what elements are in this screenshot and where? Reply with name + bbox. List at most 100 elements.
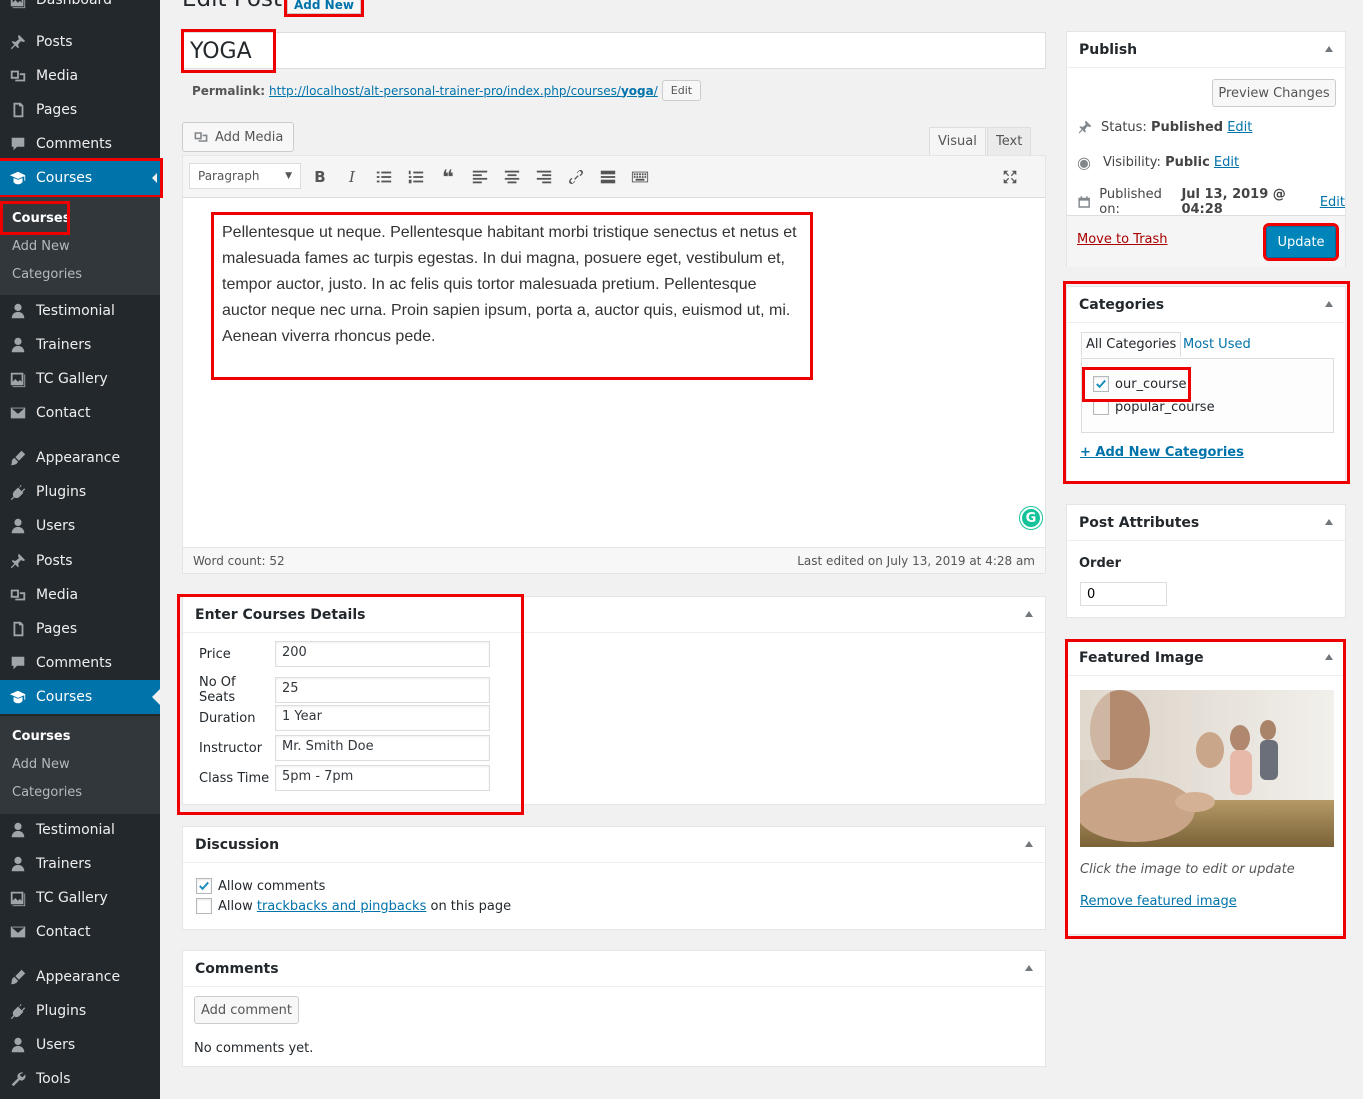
submenu-item-add-new[interactable]: Add New	[0, 232, 160, 260]
add-new-button[interactable]: Add New	[284, 0, 364, 17]
menu-item-dashboard[interactable]: Dashboard	[0, 0, 160, 17]
trackbacks-checkbox[interactable]	[196, 898, 212, 914]
sidebar-item-appearance[interactable]: Appearance	[0, 441, 160, 475]
sidebar-item-pages[interactable]: Pages	[0, 612, 160, 646]
gallery-icon	[8, 888, 28, 908]
align-center-icon[interactable]	[501, 166, 523, 188]
toggle-arrow-icon[interactable]	[1025, 611, 1033, 617]
field-label: No Of Seats	[199, 675, 236, 705]
category-checkbox[interactable]	[1093, 399, 1109, 415]
date-edit-link[interactable]: Edit	[1320, 195, 1345, 210]
add-comment-button[interactable]: Add comment	[194, 996, 299, 1024]
allow-comments-row: Allow comments	[196, 878, 325, 894]
sidebar-item-comments[interactable]: Comments	[0, 646, 160, 680]
sidebar-item-posts[interactable]: Posts	[0, 544, 160, 578]
categories-list: our_course popular_course	[1081, 358, 1334, 433]
tab-most-used[interactable]: Most Used	[1183, 337, 1251, 352]
field-input[interactable]: 200	[275, 641, 490, 667]
comments-header[interactable]: Comments	[183, 951, 1045, 987]
envelope-icon	[8, 922, 28, 942]
categories-header[interactable]: Categories	[1067, 287, 1345, 323]
submenu-item-courses[interactable]: Courses	[0, 201, 70, 235]
publish-header[interactable]: Publish	[1067, 32, 1345, 68]
tab-all-categories[interactable]: All Categories	[1081, 332, 1182, 357]
sidebar-item-trainers[interactable]: Trainers	[0, 328, 160, 362]
brush-icon	[8, 448, 28, 468]
field-input[interactable]: Mr. Smith Doe	[275, 735, 490, 761]
featured-image-header[interactable]: Featured Image	[1067, 640, 1345, 676]
align-right-icon[interactable]	[533, 166, 555, 188]
trackbacks-link[interactable]: trackbacks and pingbacks	[257, 899, 427, 914]
fullscreen-icon[interactable]	[999, 166, 1021, 188]
tab-visual[interactable]: Visual	[929, 127, 986, 156]
sidebar-item-users[interactable]: Users	[0, 509, 160, 543]
preview-changes-button[interactable]: Preview Changes	[1212, 79, 1336, 107]
discussion-header[interactable]: Discussion	[183, 827, 1045, 863]
toggle-arrow-icon[interactable]	[1325, 46, 1333, 52]
field-input[interactable]: 1 Year	[275, 705, 490, 731]
toggle-arrow-icon[interactable]	[1325, 654, 1333, 660]
sidebar-item-tc-gallery[interactable]: TC Gallery	[0, 881, 160, 915]
toggle-arrow-icon[interactable]	[1025, 841, 1033, 847]
media-icon	[8, 585, 28, 605]
sidebar-item-appearance[interactable]: Appearance	[0, 960, 160, 994]
sidebar-item-comments[interactable]: Comments	[0, 127, 160, 161]
post-attributes-header[interactable]: Post Attributes	[1067, 505, 1345, 541]
sidebar-item-tc-gallery[interactable]: TC Gallery	[0, 362, 160, 396]
read-more-icon[interactable]	[597, 166, 619, 188]
numbered-list-icon[interactable]	[405, 166, 427, 188]
no-comments-text: No comments yet.	[194, 1041, 314, 1056]
sidebar-item-contact[interactable]: Contact	[0, 396, 160, 430]
submenu-item-courses[interactable]: Courses	[0, 722, 160, 750]
sidebar-item-media[interactable]: Media	[0, 578, 160, 612]
sidebar-item-courses[interactable]: Courses	[0, 158, 163, 198]
featured-image[interactable]	[1080, 690, 1334, 847]
link-icon[interactable]	[565, 166, 587, 188]
submenu-item-categories[interactable]: Categories	[0, 778, 160, 806]
post-content[interactable]: Pellentesque ut neque. Pellentesque habi…	[216, 216, 808, 354]
permalink-link[interactable]: http://localhost/alt-personal-trainer-pr…	[269, 84, 658, 98]
course-details-header[interactable]: Enter Courses Details	[183, 597, 1045, 633]
allow-comments-checkbox[interactable]	[196, 878, 212, 894]
sidebar-item-plugins[interactable]: Plugins	[0, 475, 160, 509]
align-left-icon[interactable]	[469, 166, 491, 188]
update-button[interactable]: Update	[1263, 223, 1339, 261]
sidebar-item-pages[interactable]: Pages	[0, 93, 160, 127]
toolbar-toggle-icon[interactable]	[629, 166, 651, 188]
field-input[interactable]: 5pm - 7pm	[275, 765, 490, 791]
toggle-arrow-icon[interactable]	[1325, 519, 1333, 525]
sidebar-item-users[interactable]: Users	[0, 1028, 160, 1062]
format-select[interactable]: Paragraph ▼	[189, 163, 301, 189]
category-checkbox[interactable]	[1093, 376, 1109, 392]
submenu-item-add-new[interactable]: Add New	[0, 750, 160, 778]
move-to-trash-link[interactable]: Move to Trash	[1077, 232, 1168, 247]
permalink-edit-button[interactable]: Edit	[661, 80, 702, 101]
bold-icon[interactable]: B	[309, 166, 331, 188]
current-arrow-icon	[152, 173, 157, 183]
add-new-category-link[interactable]: + Add New Categories	[1080, 445, 1244, 460]
blockquote-icon[interactable]: ❝	[437, 165, 459, 189]
sidebar-item-tools[interactable]: Tools	[0, 1062, 160, 1096]
bullet-list-icon[interactable]	[373, 166, 395, 188]
sidebar-item-posts[interactable]: Posts	[0, 25, 160, 59]
sidebar-item-courses[interactable]: Courses	[0, 680, 160, 714]
sidebar-item-media[interactable]: Media	[0, 59, 160, 93]
grammarly-icon[interactable]: G	[1020, 507, 1042, 529]
sidebar-item-plugins[interactable]: Plugins	[0, 994, 160, 1028]
submenu-item-categories[interactable]: Categories	[0, 260, 160, 288]
order-input[interactable]	[1080, 582, 1167, 606]
add-media-button[interactable]: Add Media	[182, 122, 295, 152]
toggle-arrow-icon[interactable]	[1025, 965, 1033, 971]
sidebar-item-testimonial[interactable]: Testimonial	[0, 813, 160, 847]
field-input[interactable]: 25	[275, 677, 490, 703]
toggle-arrow-icon[interactable]	[1325, 301, 1333, 307]
status-edit-link[interactable]: Edit	[1227, 120, 1252, 135]
sidebar-item-contact[interactable]: Contact	[0, 915, 160, 949]
sidebar-item-trainers[interactable]: Trainers	[0, 847, 160, 881]
visibility-edit-link[interactable]: Edit	[1214, 155, 1239, 170]
italic-icon[interactable]: I	[341, 166, 363, 188]
remove-featured-image-link[interactable]: Remove featured image	[1080, 894, 1237, 909]
sidebar-item-testimonial[interactable]: Testimonial	[0, 294, 160, 328]
tab-text[interactable]: Text	[987, 127, 1032, 156]
post-title-input[interactable]	[181, 29, 276, 73]
